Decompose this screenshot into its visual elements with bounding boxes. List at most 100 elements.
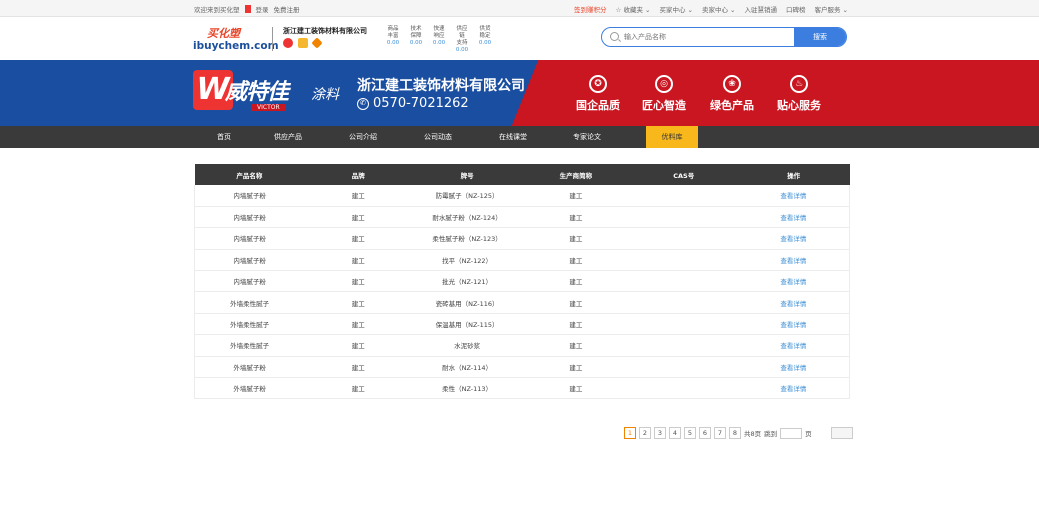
column-header: 操作	[737, 164, 850, 185]
feature-label: 国企品质	[576, 99, 620, 112]
table-cell	[629, 249, 738, 272]
site-logo[interactable]: 买化塑 ibuychem.com	[193, 25, 279, 53]
table-cell	[629, 334, 738, 357]
page-total: 共8页	[744, 430, 762, 438]
nav-item[interactable]: 优料库	[646, 126, 698, 148]
company-badges	[283, 37, 323, 49]
banner-phone: ✆ 0570-7021262	[357, 96, 469, 111]
logo-en: ibuychem.com	[193, 40, 279, 52]
view-details-link[interactable]: 查看详情	[737, 334, 850, 357]
table-cell: 建工	[521, 356, 630, 379]
table-cell	[629, 206, 738, 229]
table-cell: 瓷砖基用（NZ-116）	[412, 291, 522, 314]
view-details-link[interactable]: 查看详情	[737, 249, 850, 272]
feature-item: ♨ 贴心服务	[777, 75, 821, 113]
goto-button[interactable]	[830, 427, 853, 439]
view-details-link[interactable]: 查看详情	[737, 313, 850, 336]
page-button[interactable]: 1	[624, 427, 636, 439]
stat-item: 技术 保障 0.00	[408, 26, 424, 54]
view-details-link[interactable]: 查看详情	[737, 227, 850, 250]
table-cell	[629, 270, 738, 293]
table-cell: 内墙腻子粉	[194, 270, 305, 293]
view-details-link[interactable]: 查看详情	[737, 206, 850, 229]
table-cell: 建工	[521, 377, 630, 400]
table-cell: 建工	[304, 185, 413, 207]
brand-cn: 威特佳	[225, 80, 289, 105]
feature-label: 绿色产品	[710, 99, 754, 112]
view-details-link[interactable]: 查看详情	[737, 270, 850, 293]
stat-label2: 响应	[433, 33, 445, 39]
stat-label1: 商品	[387, 26, 399, 32]
table-cell	[629, 313, 738, 336]
feature-label: 贴心服务	[777, 99, 821, 112]
feature-item: ❀ 绿色产品	[710, 75, 754, 113]
table-row: 内墙腻子粉 建工 防霉腻子（NZ-125） 建工 查看详情	[194, 185, 850, 207]
table-cell: 防霉腻子（NZ-125）	[412, 185, 522, 207]
header: 买化塑 ibuychem.com 浙江建工装饰材料有限公司 商品 丰富 0.00 技术…	[0, 17, 1039, 60]
join-link[interactable]: 入驻慧销通	[744, 4, 777, 14]
page-button[interactable]: 2	[639, 427, 651, 439]
table-cell: 外墙柔性腻子	[194, 313, 305, 336]
table-row: 内墙腻子粉 建工 批光（NZ-121） 建工 查看详情	[194, 270, 850, 293]
nav-item[interactable]: 专家论文	[557, 126, 617, 148]
favorites-menu[interactable]: ☆ 收藏夹 ⌄	[616, 4, 651, 14]
nav-item[interactable]: 公司动态	[408, 126, 468, 148]
page-button[interactable]: 5	[684, 427, 696, 439]
page-button[interactable]: 3	[654, 427, 666, 439]
page-button[interactable]: 6	[699, 427, 711, 439]
table-cell: 外墙柔性腻子	[194, 291, 305, 314]
page-button[interactable]: 8	[729, 427, 741, 439]
view-details-link[interactable]: 查看详情	[737, 291, 850, 314]
stat-value: 0.00	[386, 40, 400, 46]
ranking-link[interactable]: 口碑榜	[786, 4, 806, 14]
page-button[interactable]: 7	[714, 427, 726, 439]
column-header: 品牌	[304, 164, 413, 185]
table-cell: 柔性（NZ-113）	[412, 377, 522, 400]
search-input[interactable]	[624, 30, 784, 44]
nav-item[interactable]: 公司介绍	[333, 126, 393, 148]
stat-label1: 快速	[433, 26, 445, 32]
table-row: 内墙腻子粉 建工 柔性腻子粉（NZ-123） 建工 查看详情	[194, 227, 850, 250]
table-cell: 建工	[304, 227, 413, 250]
column-header: 生产商简称	[521, 164, 630, 185]
customer-service-menu[interactable]: 客户服务 ⌄	[814, 4, 848, 14]
table-cell: 建工	[304, 249, 413, 272]
feature-item: ◎ 匠心智造	[642, 75, 686, 113]
feature-icon: ❀	[723, 75, 741, 93]
table-cell	[629, 377, 738, 400]
goto-label: 跳到	[764, 430, 778, 438]
stat-item: 供货 稳定 0.00	[477, 26, 493, 54]
table-cell	[629, 227, 738, 250]
table-cell: 建工	[304, 291, 413, 314]
seller-center-menu[interactable]: 卖家中心 ⌄	[702, 4, 736, 14]
stat-value: 0.00	[455, 47, 469, 53]
company-name: 浙江建工装饰材料有限公司	[283, 27, 367, 35]
search-button[interactable]: 搜索	[794, 28, 846, 46]
nav-item[interactable]: 首页	[194, 126, 254, 148]
nav-item[interactable]: 供应产品	[258, 126, 318, 148]
table-cell: 建工	[521, 291, 630, 314]
table-cell	[629, 356, 738, 379]
goto-page-input[interactable]	[780, 427, 803, 439]
view-details-link[interactable]: 查看详情	[737, 356, 850, 379]
table-cell: 外墙腻子粉	[194, 377, 305, 400]
table-cell: 建工	[304, 270, 413, 293]
page-unit: 页	[805, 430, 812, 438]
banner-company-name: 浙江建工装饰材料有限公司	[357, 78, 525, 94]
view-details-link[interactable]: 查看详情	[737, 185, 850, 207]
table-cell: 建工	[304, 356, 413, 379]
login-link[interactable]: 登录	[256, 4, 269, 14]
page-button[interactable]: 4	[669, 427, 681, 439]
logo-cn: 买化塑	[207, 27, 240, 40]
buyer-center-menu[interactable]: 买家中心 ⌄	[659, 4, 693, 14]
view-details-link[interactable]: 查看详情	[737, 377, 850, 400]
stat-label2: 保障	[410, 33, 422, 39]
top-bar: 欢迎来到买化塑 登录 免费注册 签到赚积分 ☆ 收藏夹 ⌄ 买家中心 ⌄ 卖家中…	[0, 0, 1039, 17]
points-link[interactable]: 签到赚积分	[574, 4, 607, 14]
table-cell: 耐水（NZ-114）	[412, 356, 522, 379]
register-link[interactable]: 免费注册	[274, 4, 300, 14]
table-row: 外墙柔性腻子 建工 水泥砂浆 建工 查看详情	[194, 334, 850, 357]
table-row: 外墙柔性腻子 建工 保温基用（NZ-115） 建工 查看详情	[194, 313, 850, 336]
nav-item[interactable]: 在线课堂	[483, 126, 543, 148]
table-cell: 批光（NZ-121）	[412, 270, 522, 293]
